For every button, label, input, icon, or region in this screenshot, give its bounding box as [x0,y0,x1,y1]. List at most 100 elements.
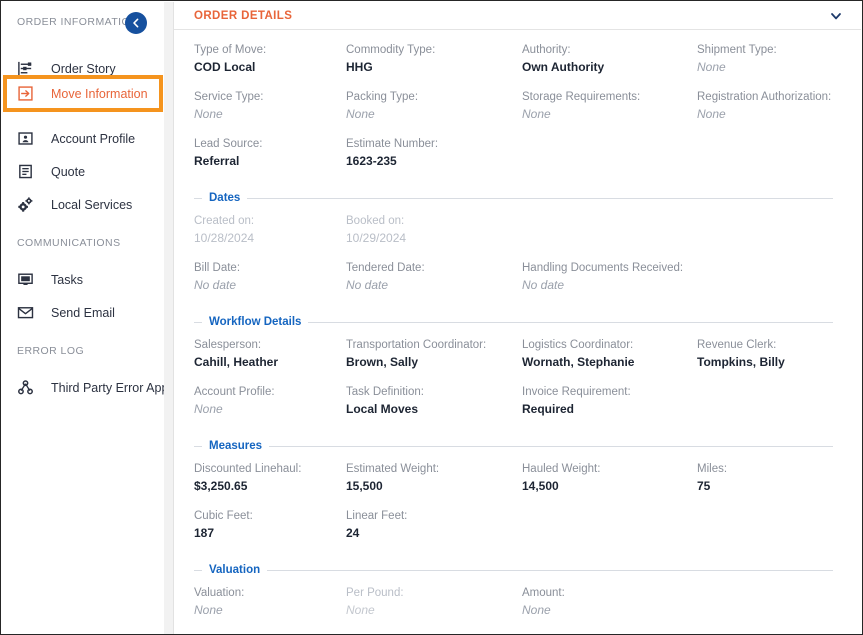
order-details-row-2: Service Type: None Packing Type: None St… [174,89,847,136]
sidebar-item-label: Third Party Error App [43,381,168,395]
measures-row-2: Cubic Feet: 187 Linear Feet: 24 [174,508,847,555]
field-label: Valuation: [194,585,346,601]
sidebar-item-local-services[interactable]: Local Services [2,188,164,221]
spacer [174,431,847,437]
order-details-row-1: Type of Move: COD Local Commodity Type: … [174,42,847,89]
field-empty-slot [697,585,847,632]
field-value: Required [522,400,697,418]
field-label: Logistics Coordinator: [522,337,697,353]
sidebar-header: ORDER INFORMATION [2,2,164,42]
field-label: Registration Authorization: [697,89,847,105]
sidebar-item-label: Quote [43,165,85,179]
field-label: Estimate Number: [346,136,522,152]
field-tendered-date: Tendered Date: No date [346,260,522,307]
field-salesperson: Salesperson: Cahill, Heather [194,337,346,384]
sidebar-item-tasks[interactable]: Tasks [2,263,164,296]
rule-left [194,570,202,571]
field-value: None [346,105,522,123]
field-label: Commodity Type: [346,42,522,58]
sidebar-item-label: Account Profile [43,132,135,146]
sidebar-item-account-profile[interactable]: Account Profile [2,122,164,155]
field-revenue-clerk: Revenue Clerk: Tompkins, Billy [697,337,847,384]
field-account-profile: Account Profile: None [194,384,346,431]
sidebar-gap [2,221,164,237]
rule-left [194,322,202,323]
sidebar-item-label: Order Story [43,62,116,76]
sidebar-collapse-button[interactable] [125,12,147,34]
sidebar-gap [2,249,164,263]
field-value: None [522,601,697,619]
field-label: Shipment Type: [697,42,847,58]
field-empty-slot [697,508,847,555]
field-label: Discounted Linehaul: [194,461,346,477]
envelope-icon [17,304,43,321]
field-label: Bill Date: [194,260,346,276]
field-label: Type of Move: [194,42,346,58]
section-title: Valuation [202,564,267,576]
field-label: Cubic Feet: [194,508,346,524]
contact-card-icon [17,130,43,147]
sidebar-item-send-email[interactable]: Send Email [2,296,164,329]
field-value: 14,500 [522,477,697,495]
field-service-type: Service Type: None [194,89,346,136]
field-value: 10/29/2024 [346,229,522,247]
sidebar-item-label: Move Information [43,87,148,101]
field-value: 24 [346,524,522,542]
dates-row-2: Bill Date: No date Tendered Date: No dat… [174,260,847,307]
field-type-of-move: Type of Move: COD Local [194,42,346,89]
field-value: Own Authority [522,58,697,76]
field-label: Service Type: [194,89,346,105]
field-value: None [522,105,697,123]
field-created-on: Created on: 10/28/2024 [194,213,346,260]
field-empty-slot [522,508,697,555]
field-shipment-type: Shipment Type: None [697,42,847,89]
sidebar-item-third-party-error-app[interactable]: Third Party Error App [2,371,164,404]
sidebar-gap [2,329,164,345]
field-empty-slot [522,136,697,183]
spacer [174,307,847,313]
sidebar-item-quote[interactable]: Quote [2,155,164,188]
sidebar-section-communications: COMMUNICATIONS [2,237,164,249]
field-label: Miles: [697,461,847,477]
field-discounted-linehaul: Discounted Linehaul: $3,250.65 [194,461,346,508]
chevron-left-icon [131,18,141,28]
field-value: 10/28/2024 [194,229,346,247]
field-lead-source: Lead Source: Referral [194,136,346,183]
workflow-row-1: Salesperson: Cahill, Heather Transportat… [174,337,847,384]
field-value: 15,500 [346,477,522,495]
field-value: 75 [697,477,847,495]
section-header-workflow-details: Workflow Details [194,316,833,328]
field-registration-authorization: Registration Authorization: None [697,89,847,136]
sidebar-section-error-log: ERROR LOG [2,345,164,357]
field-valuation: Valuation: None [194,585,346,632]
rule-right [308,322,833,323]
section-title: Measures [202,440,269,452]
rule-left [194,198,202,199]
field-packing-type: Packing Type: None [346,89,522,136]
field-empty-slot [697,384,847,431]
move-box-arrow-icon [17,85,43,102]
workflow-row-2: Account Profile: None Task Definition: L… [174,384,847,431]
spacer [174,555,847,561]
field-value: None [346,601,522,619]
panel-collapse-toggle[interactable] [826,6,846,26]
panel-body: Type of Move: COD Local Commodity Type: … [174,30,861,632]
field-label: Transportation Coordinator: [346,337,522,353]
field-value: None [194,400,346,418]
chevron-down-icon [829,9,843,23]
section-title: Workflow Details [202,316,308,328]
page-title: ORDER DETAILS [194,10,292,22]
field-value: Cahill, Heather [194,353,346,371]
field-value: COD Local [194,58,346,76]
field-label: Invoice Requirement: [522,384,697,400]
sidebar-item-move-information[interactable]: Move Information [3,75,163,112]
field-label: Per Pound: [346,585,522,601]
field-storage-requirements: Storage Requirements: None [522,89,697,136]
rule-left [194,446,202,447]
field-label: Estimated Weight: [346,461,522,477]
document-lines-icon [17,163,43,180]
field-transportation-coordinator: Transportation Coordinator: Brown, Sally [346,337,522,384]
rule-right [247,198,833,199]
field-value: Referral [194,152,346,170]
field-miles: Miles: 75 [697,461,847,508]
